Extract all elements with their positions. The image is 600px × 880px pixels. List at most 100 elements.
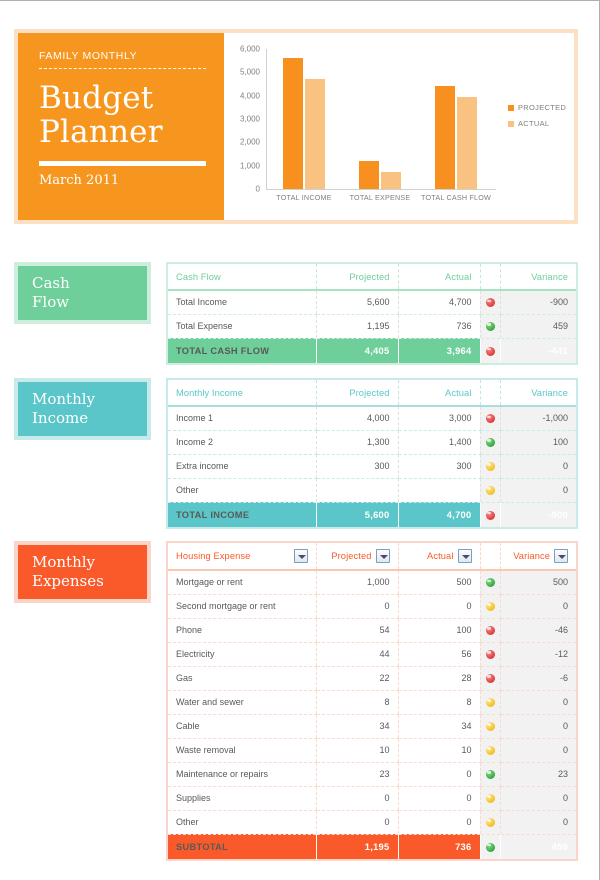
row-label: Cable [168, 714, 316, 739]
row-label: Gas [168, 666, 316, 691]
filter-dropdown-variance-icon[interactable] [554, 549, 568, 563]
table-row[interactable]: Extra income 300 300 0 [168, 454, 576, 479]
status-red-icon [485, 650, 495, 660]
table-row[interactable]: Income 2 1,300 1,400 100 [168, 430, 576, 455]
table-row[interactable]: Other 0 [168, 478, 576, 503]
chart-y-tick-label: 0 [255, 184, 260, 194]
status-red-icon [485, 510, 495, 520]
table-row[interactable]: Total Expense 1,195 736 459 [168, 314, 576, 339]
row-actual: 4,700 [397, 290, 480, 315]
total-variance: -441 [499, 338, 576, 363]
chart-bar-actual [457, 96, 477, 189]
column-header-label: Cash Flow [168, 264, 316, 291]
row-label: Phone [168, 618, 316, 643]
row-label: Income 1 [168, 406, 316, 431]
chart-legend-item: PROJECTED [508, 103, 566, 112]
status-yellow-icon [485, 462, 495, 472]
row-status-cell [479, 430, 500, 455]
section-label-line1: Monthly [32, 390, 96, 408]
column-header-status [479, 264, 500, 291]
chart-legend-item: ACTUAL [508, 119, 566, 128]
row-status-cell [479, 786, 500, 811]
period-subtitle: March 2011 [39, 173, 120, 188]
row-status-cell [479, 642, 500, 667]
table-row[interactable]: Gas 22 28 -6 [168, 666, 576, 691]
monthly-expenses-table: Housing Expense Projected Actual Varianc… [166, 541, 578, 861]
column-header-projected-text: Projected [331, 551, 372, 561]
column-header-projected: Projected [315, 380, 398, 407]
row-variance: -6 [499, 666, 576, 691]
section-label-monthly-expenses: Monthly Expenses [14, 541, 151, 603]
table-row[interactable]: Maintenance or repairs 23 0 23 [168, 762, 576, 787]
table-row[interactable]: Waste removal 10 10 0 [168, 738, 576, 763]
kicker-text: FAMILY MONTHLY [39, 50, 138, 62]
row-status-cell [479, 810, 500, 835]
table-row[interactable]: Mortgage or rent 1,000 500 500 [168, 570, 576, 595]
table-row[interactable]: Income 1 4,000 3,000 -1,000 [168, 406, 576, 431]
cash-flow-table: Cash Flow Projected Actual Variance Tota… [166, 262, 578, 365]
table-total-row: SUBTOTAL 1,195 736 459 [168, 834, 576, 859]
table-row[interactable]: Phone 54 100 -46 [168, 618, 576, 643]
chart-x-tick-label: TOTAL INCOME [276, 193, 332, 202]
row-label: Other [168, 810, 316, 835]
column-header-variance-text: Variance [513, 551, 550, 561]
page-title-line1: Budget [39, 80, 154, 116]
table-row[interactable]: Total Income 5,600 4,700 -900 [168, 290, 576, 315]
table-row[interactable]: Water and sewer 8 8 0 [168, 690, 576, 715]
row-label: Second mortgage or rent [168, 594, 316, 619]
row-status-cell [479, 454, 500, 479]
row-actual: 1,400 [397, 430, 480, 455]
row-variance: 0 [499, 786, 576, 811]
table-row[interactable]: Other 0 0 0 [168, 810, 576, 835]
chart-bar-actual [381, 171, 401, 189]
chart-plot-area [266, 49, 494, 189]
row-status-cell [479, 290, 500, 315]
status-red-icon [485, 346, 495, 356]
chart-legend: PROJECTED ACTUAL [508, 103, 566, 135]
table-header-row: Housing Expense Projected Actual Varianc… [168, 543, 576, 571]
row-label: Water and sewer [168, 690, 316, 715]
chart-bar-group [435, 86, 477, 189]
chart-x-tick-label: TOTAL CASH FLOW [421, 193, 491, 202]
row-variance: 100 [499, 430, 576, 455]
table-row[interactable]: Supplies 0 0 0 [168, 786, 576, 811]
chart-y-tick-label: 5,000 [239, 67, 260, 77]
row-label: Income 2 [168, 430, 316, 455]
total-projected: 5,600 [315, 502, 398, 527]
row-variance: -46 [499, 618, 576, 643]
row-variance: 0 [499, 594, 576, 619]
filter-dropdown-projected-icon[interactable] [375, 549, 390, 563]
row-variance: 23 [499, 762, 576, 787]
filter-dropdown-actual-icon[interactable] [457, 549, 472, 563]
row-projected: 0 [315, 810, 398, 835]
table-row[interactable]: Electricity 44 56 -12 [168, 642, 576, 667]
table-total-row: TOTAL CASH FLOW 4,405 3,964 -441 [168, 338, 576, 363]
row-projected: 23 [315, 762, 398, 787]
total-status-cell [479, 834, 500, 859]
row-status-cell [479, 406, 500, 431]
row-actual: 56 [397, 642, 480, 667]
status-red-icon [485, 674, 495, 684]
chart-bar-actual [305, 79, 325, 189]
row-projected: 54 [315, 618, 398, 643]
column-header-variance: Variance [499, 380, 576, 407]
status-yellow-icon [485, 746, 495, 756]
total-status-cell [479, 338, 500, 363]
row-variance: -900 [499, 290, 576, 315]
row-projected: 300 [315, 454, 398, 479]
total-variance: -900 [499, 502, 576, 527]
row-actual: 34 [397, 714, 480, 739]
row-projected: 22 [315, 666, 398, 691]
status-green-icon [485, 438, 495, 448]
chart-y-axis: 0 1,000 2,000 3,000 4,000 5,000 6,000 [224, 43, 264, 194]
row-variance: 0 [499, 714, 576, 739]
status-red-icon [485, 414, 495, 424]
summary-bar-chart: 0 1,000 2,000 3,000 4,000 5,000 6,000 TOTAL IN… [224, 33, 574, 220]
cash-flow-table-head: Cash Flow Projected Actual Variance [168, 264, 576, 291]
table-row[interactable]: Second mortgage or rent 0 0 0 [168, 594, 576, 619]
table-row[interactable]: Cable 34 34 0 [168, 714, 576, 739]
row-label: Other [168, 478, 316, 503]
row-variance: 500 [499, 570, 576, 595]
filter-dropdown-housing-expense-icon[interactable] [293, 549, 308, 563]
status-green-icon [485, 578, 495, 588]
